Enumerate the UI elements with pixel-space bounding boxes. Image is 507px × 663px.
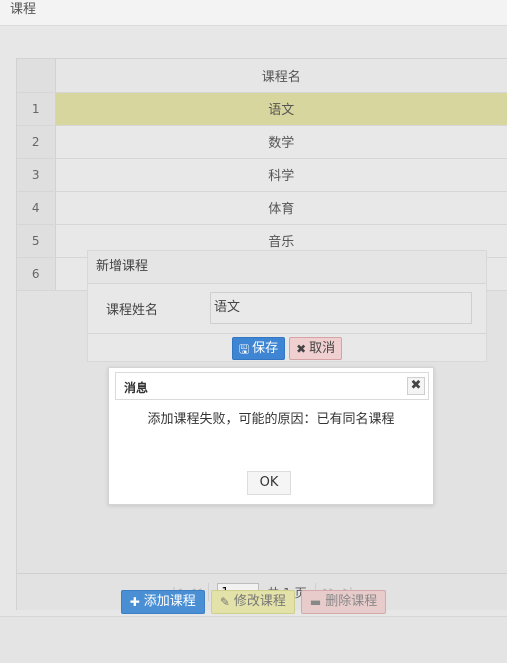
cancel-button[interactable]: ✖ 取消 <box>289 337 343 360</box>
table-row[interactable]: 1 语文 <box>17 92 507 126</box>
course-name-cell[interactable]: 体育 <box>55 191 507 225</box>
row-number: 5 <box>17 224 56 258</box>
add-course-button[interactable]: ✚ 添加课程 <box>120 590 205 614</box>
table-row[interactable]: 2 数学 <box>17 125 507 159</box>
add-course-label: 添加课程 <box>143 594 196 609</box>
save-label: 保存 <box>252 341 279 356</box>
row-number: 3 <box>17 158 56 192</box>
row-number: 6 <box>17 257 56 291</box>
course-name-input[interactable]: 语文 <box>210 292 472 324</box>
course-name-cell[interactable]: 数学 <box>55 125 507 159</box>
edit-course-label: 修改课程 <box>233 594 286 609</box>
add-course-dialog: 新增课程 课程姓名 语文 🖫 保存 ✖ 取消 <box>87 250 487 362</box>
add-course-dialog-footer: 🖫 保存 ✖ 取消 <box>88 333 486 363</box>
close-icon: ✖ <box>296 341 307 356</box>
course-name-row: 课程姓名 语文 <box>88 291 486 325</box>
delete-course-label: 删除课程 <box>325 594 378 609</box>
row-number: 2 <box>17 125 56 159</box>
table-header-row: 课程名 <box>17 59 507 93</box>
add-course-dialog-title: 新增课程 <box>88 251 486 284</box>
table-row[interactable]: 4 体育 <box>17 191 507 225</box>
message-dialog: 消息 ✖ 添加课程失败，可能的原因：已有同名课程 OK <box>108 367 434 505</box>
edit-icon: ✎ <box>219 595 230 609</box>
delete-course-button[interactable]: ▬ 删除课程 <box>300 590 387 614</box>
save-button[interactable]: 🖫 保存 <box>231 337 286 360</box>
plus-icon: ✚ <box>129 595 140 609</box>
minus-icon: ▬ <box>309 595 322 609</box>
close-icon[interactable]: ✖ <box>407 377 425 395</box>
table-row[interactable]: 3 科学 <box>17 158 507 192</box>
row-number: 4 <box>17 191 56 225</box>
edit-course-button[interactable]: ✎ 修改课程 <box>210 590 295 614</box>
message-dialog-header: 消息 ✖ <box>115 372 429 400</box>
course-name-cell[interactable]: 语文 <box>55 92 507 126</box>
course-name-label: 课程姓名 <box>106 303 159 318</box>
course-name-cell[interactable]: 科学 <box>55 158 507 192</box>
row-number-header <box>17 59 56 93</box>
panel-title: 课程 <box>0 0 507 26</box>
row-number: 1 <box>17 92 56 126</box>
cancel-label: 取消 <box>309 341 336 356</box>
ok-button[interactable]: OK <box>247 471 291 495</box>
message-dialog-title: 消息 <box>124 381 149 395</box>
toolbar: ✚ 添加课程 ✎ 修改课程 ▬ 删除课程 <box>0 590 507 614</box>
column-header-course-name[interactable]: 课程名 <box>55 59 507 93</box>
message-text: 添加课程失败，可能的原因：已有同名课程 <box>147 412 395 427</box>
panel-title-text: 课程 <box>10 2 37 17</box>
save-icon: 🖫 <box>238 341 250 356</box>
